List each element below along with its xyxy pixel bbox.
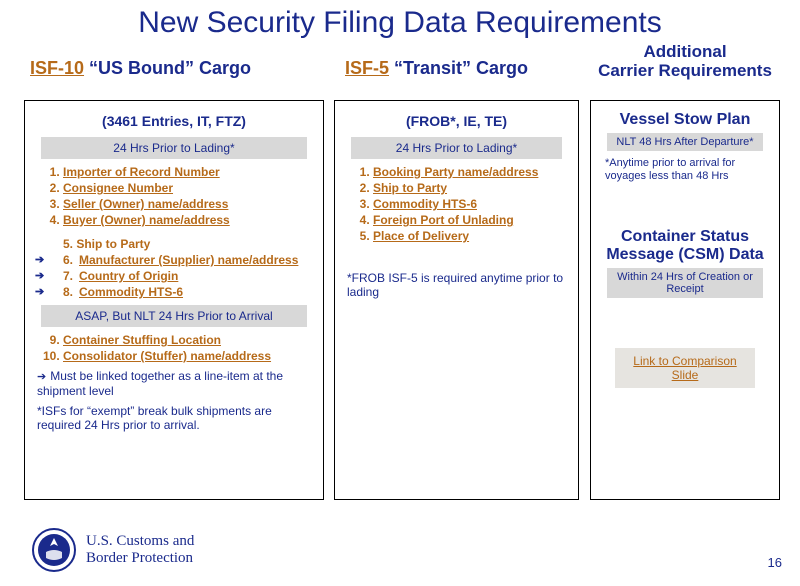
list-item: Seller (Owner) name/address <box>63 197 313 211</box>
isf10-list-b: 5. Ship to Party 6. Manufacturer (Supplie… <box>63 237 313 299</box>
isf10-timing-bar-1: 24 Hrs Prior to Lading* <box>41 137 307 159</box>
isf10-note-exempt: *ISFs for “exempt” break bulk shipments … <box>37 404 311 432</box>
comparison-link-box: Link to Comparison Slide <box>615 348 755 388</box>
isf5-panel: (FROB*, IE, TE) 24 Hrs Prior to Lading* … <box>334 100 579 500</box>
page-number: 16 <box>768 555 782 570</box>
list-item: Commodity HTS-6 <box>373 197 568 211</box>
data-element-link[interactable]: Commodity HTS-6 <box>79 285 183 299</box>
col3-head: Additional Carrier Requirements <box>590 42 780 80</box>
vessel-stow-plan-title: Vessel Stow Plan <box>601 111 769 129</box>
data-element-link[interactable]: Seller (Owner) name/address <box>63 197 228 211</box>
list-item: Ship to Party <box>373 181 568 195</box>
isf10-panel: (3461 Entries, IT, FTZ) 24 Hrs Prior to … <box>24 100 324 500</box>
data-element-link[interactable]: Booking Party name/address <box>373 165 538 179</box>
dhs-seal-icon <box>32 528 76 572</box>
data-element-link[interactable]: Container Stuffing Location <box>63 333 221 347</box>
isf10-list-a: Importer of Record Number Consignee Numbe… <box>63 165 313 227</box>
csm-title: Container Status Message (CSM) Data <box>601 228 769 264</box>
list-item: Foreign Port of Unlading <box>373 213 568 227</box>
isf10-link[interactable]: ISF-10 <box>30 58 84 78</box>
org-name: U.S. Customs and Border Protection <box>86 533 194 567</box>
data-element-link[interactable]: Manufacturer (Supplier) name/address <box>79 253 298 267</box>
list-item: Booking Party name/address <box>373 165 568 179</box>
list-item: 5. Ship to Party <box>63 237 313 251</box>
col1-head: ISF-10 “US Bound” Cargo <box>30 58 251 79</box>
data-element-link[interactable]: Country of Origin <box>79 269 178 283</box>
csm-timing-bar: Within 24 Hrs of Creation or Receipt <box>607 268 763 298</box>
isf5-timing-bar: 24 Hrs Prior to Lading* <box>351 137 562 159</box>
isf10-list-c: Container Stuffing Location Consolidator … <box>63 333 313 363</box>
comparison-slide-link[interactable]: Link to Comparison Slide <box>633 354 736 382</box>
data-element-link[interactable]: Consolidator (Stuffer) name/address <box>63 349 271 363</box>
list-item: Importer of Record Number <box>63 165 313 179</box>
isf10-note-link: ➔Must be linked together as a line-item … <box>37 369 311 398</box>
data-element-link[interactable]: Importer of Record Number <box>63 165 220 179</box>
isf5-link[interactable]: ISF-5 <box>345 58 389 78</box>
list-item: 7. Country of Origin <box>63 269 313 283</box>
isf5-list: Booking Party name/address Ship to Party C… <box>373 165 568 243</box>
data-element-link[interactable]: Ship to Party <box>76 237 150 251</box>
vsp-timing-bar: NLT 48 Hrs After Departure* <box>607 133 763 151</box>
footer: U.S. Customs and Border Protection <box>32 528 194 572</box>
data-element-link[interactable]: Place of Delivery <box>373 229 469 243</box>
list-item: Consignee Number <box>63 181 313 195</box>
data-element-link[interactable]: Consignee Number <box>63 181 173 195</box>
isf10-timing-bar-2: ASAP, But NLT 24 Hrs Prior to Arrival <box>41 305 307 327</box>
list-item: Buyer (Owner) name/address <box>63 213 313 227</box>
list-item: 6. Manufacturer (Supplier) name/address <box>63 253 313 267</box>
arrow-icon: ➔ <box>37 371 46 383</box>
isf10-subtitle: (3461 Entries, IT, FTZ) <box>35 113 313 129</box>
carrier-panel: Vessel Stow Plan NLT 48 Hrs After Depart… <box>590 100 780 500</box>
vsp-note: *Anytime prior to arrival for voyages le… <box>605 157 765 183</box>
list-item: 8. Commodity HTS-6 <box>63 285 313 299</box>
data-element-link[interactable]: Commodity HTS-6 <box>373 197 477 211</box>
isf5-subtitle: (FROB*, IE, TE) <box>345 113 568 129</box>
col2-head: ISF-5 “Transit” Cargo <box>345 58 528 79</box>
list-item: Container Stuffing Location <box>63 333 313 347</box>
data-element-link[interactable]: Buyer (Owner) name/address <box>63 213 230 227</box>
page-title: New Security Filing Data Requirements <box>0 6 800 40</box>
list-item: Consolidator (Stuffer) name/address <box>63 349 313 363</box>
data-element-link[interactable]: Foreign Port of Unlading <box>373 213 514 227</box>
list-item: Place of Delivery <box>373 229 568 243</box>
data-element-link[interactable]: Ship to Party <box>373 181 447 195</box>
isf5-frob-note: *FROB ISF-5 is required anytime prior to… <box>347 271 566 299</box>
